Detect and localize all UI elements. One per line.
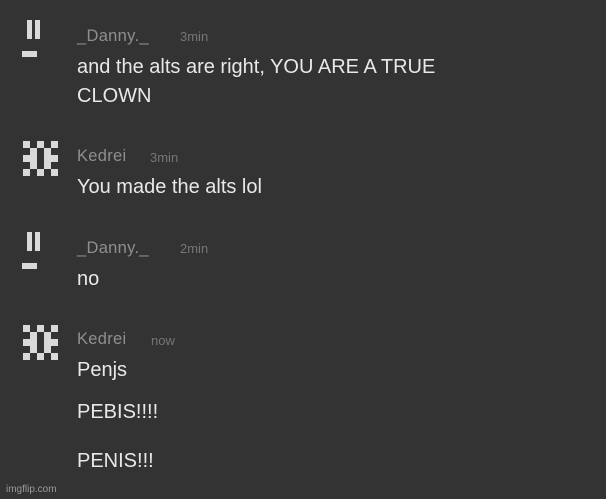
message-timestamp: 2min (180, 241, 209, 256)
message-text-line: PEBIS!!!! (77, 401, 159, 423)
message-timestamp: 3min (150, 150, 179, 165)
pixel-pattern-avatar-icon[interactable] (20, 323, 60, 363)
message-text-line: CLOWN (77, 85, 152, 107)
pixel-pattern-avatar-icon[interactable] (20, 139, 60, 179)
imgflip-watermark: imgflip.com (6, 484, 57, 495)
message-text-line: Penjs (77, 359, 128, 381)
exclamation-glyph-avatar-icon[interactable] (20, 20, 60, 60)
message-author[interactable]: _Danny._ (77, 27, 149, 46)
message-text-line: You made the alts lol (77, 176, 262, 198)
message-text-line: PENIS!!! (77, 450, 154, 472)
message-text-line: and the alts are right, YOU ARE A TRUE (77, 56, 436, 78)
message-text-line: no (77, 268, 100, 290)
message-timestamp: now (151, 333, 175, 348)
exclamation-glyph-avatar-icon[interactable] (20, 232, 60, 272)
message-author[interactable]: Kedrei (77, 330, 127, 349)
message-author[interactable]: _Danny._ (77, 239, 149, 258)
message-author[interactable]: Kedrei (77, 147, 127, 166)
message-timestamp: 3min (180, 29, 209, 44)
